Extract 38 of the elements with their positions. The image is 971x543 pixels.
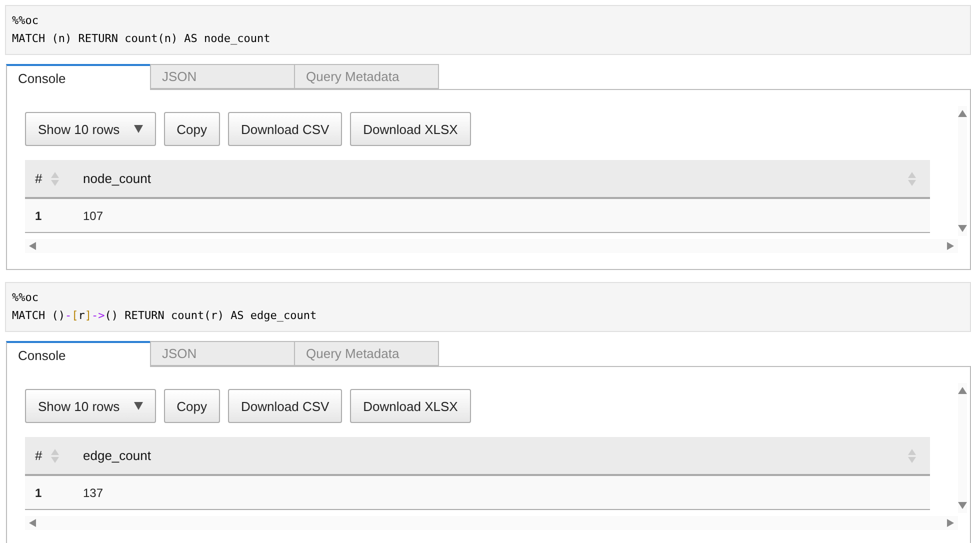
code-line: %%oc: [12, 13, 40, 29]
code-line: MATCH ()-[r]->() RETURN count(r) AS edge_count: [12, 308, 318, 324]
tab[interactable]: Console: [6, 64, 151, 90]
rows-dropdown[interactable]: Show 10 rows: [25, 112, 156, 146]
table-cell-text: 107: [82, 208, 104, 222]
scroll-right-icon[interactable]: [945, 242, 954, 250]
code-line: MATCH (n) RETURN count(n) AS node_count: [12, 31, 272, 47]
horizontal-scrollbar[interactable]: [25, 239, 958, 253]
scroll-up-icon[interactable]: [958, 110, 967, 118]
scroll-down-icon[interactable]: [958, 501, 967, 509]
scroll-up-icon[interactable]: [958, 387, 967, 395]
table-cell-text: 1: [34, 208, 43, 222]
toolbar-button[interactable]: Download CSV: [228, 389, 342, 423]
caret-icon: [134, 125, 143, 133]
scroll-down-icon[interactable]: [958, 224, 967, 232]
column-header[interactable]: #: [35, 171, 42, 186]
caret-icon: [134, 402, 143, 410]
column-header[interactable]: node_count: [83, 171, 151, 186]
table-cell-text: 137: [82, 486, 104, 500]
toolbar-button[interactable]: Copy: [164, 389, 220, 423]
code-line: %%oc: [12, 290, 40, 306]
table-cell-text: 1: [34, 486, 43, 500]
scroll-left-icon[interactable]: [29, 519, 38, 527]
toolbar-button[interactable]: Download CSV: [228, 112, 342, 146]
code-input[interactable]: %%oc MATCH (n) RETURN count(n) AS node_count: [5, 5, 971, 55]
scroll-right-icon[interactable]: [945, 519, 954, 527]
tab[interactable]: Console: [6, 341, 151, 367]
column-header[interactable]: #: [35, 448, 42, 463]
vertical-scrollbar[interactable]: [958, 383, 967, 513]
horizontal-scrollbar[interactable]: [25, 516, 958, 530]
rows-dropdown[interactable]: Show 10 rows: [25, 389, 156, 423]
vertical-scrollbar[interactable]: [958, 106, 967, 236]
column-header[interactable]: edge_count: [83, 448, 151, 463]
scroll-left-icon[interactable]: [29, 242, 38, 250]
code-input[interactable]: %%oc MATCH ()-[r]->() RETURN count(r) AS edge_count: [5, 282, 971, 332]
toolbar-button[interactable]: Download XLSX: [350, 389, 471, 423]
toolbar-button[interactable]: Download XLSX: [350, 112, 471, 146]
toolbar-button[interactable]: Copy: [164, 112, 220, 146]
